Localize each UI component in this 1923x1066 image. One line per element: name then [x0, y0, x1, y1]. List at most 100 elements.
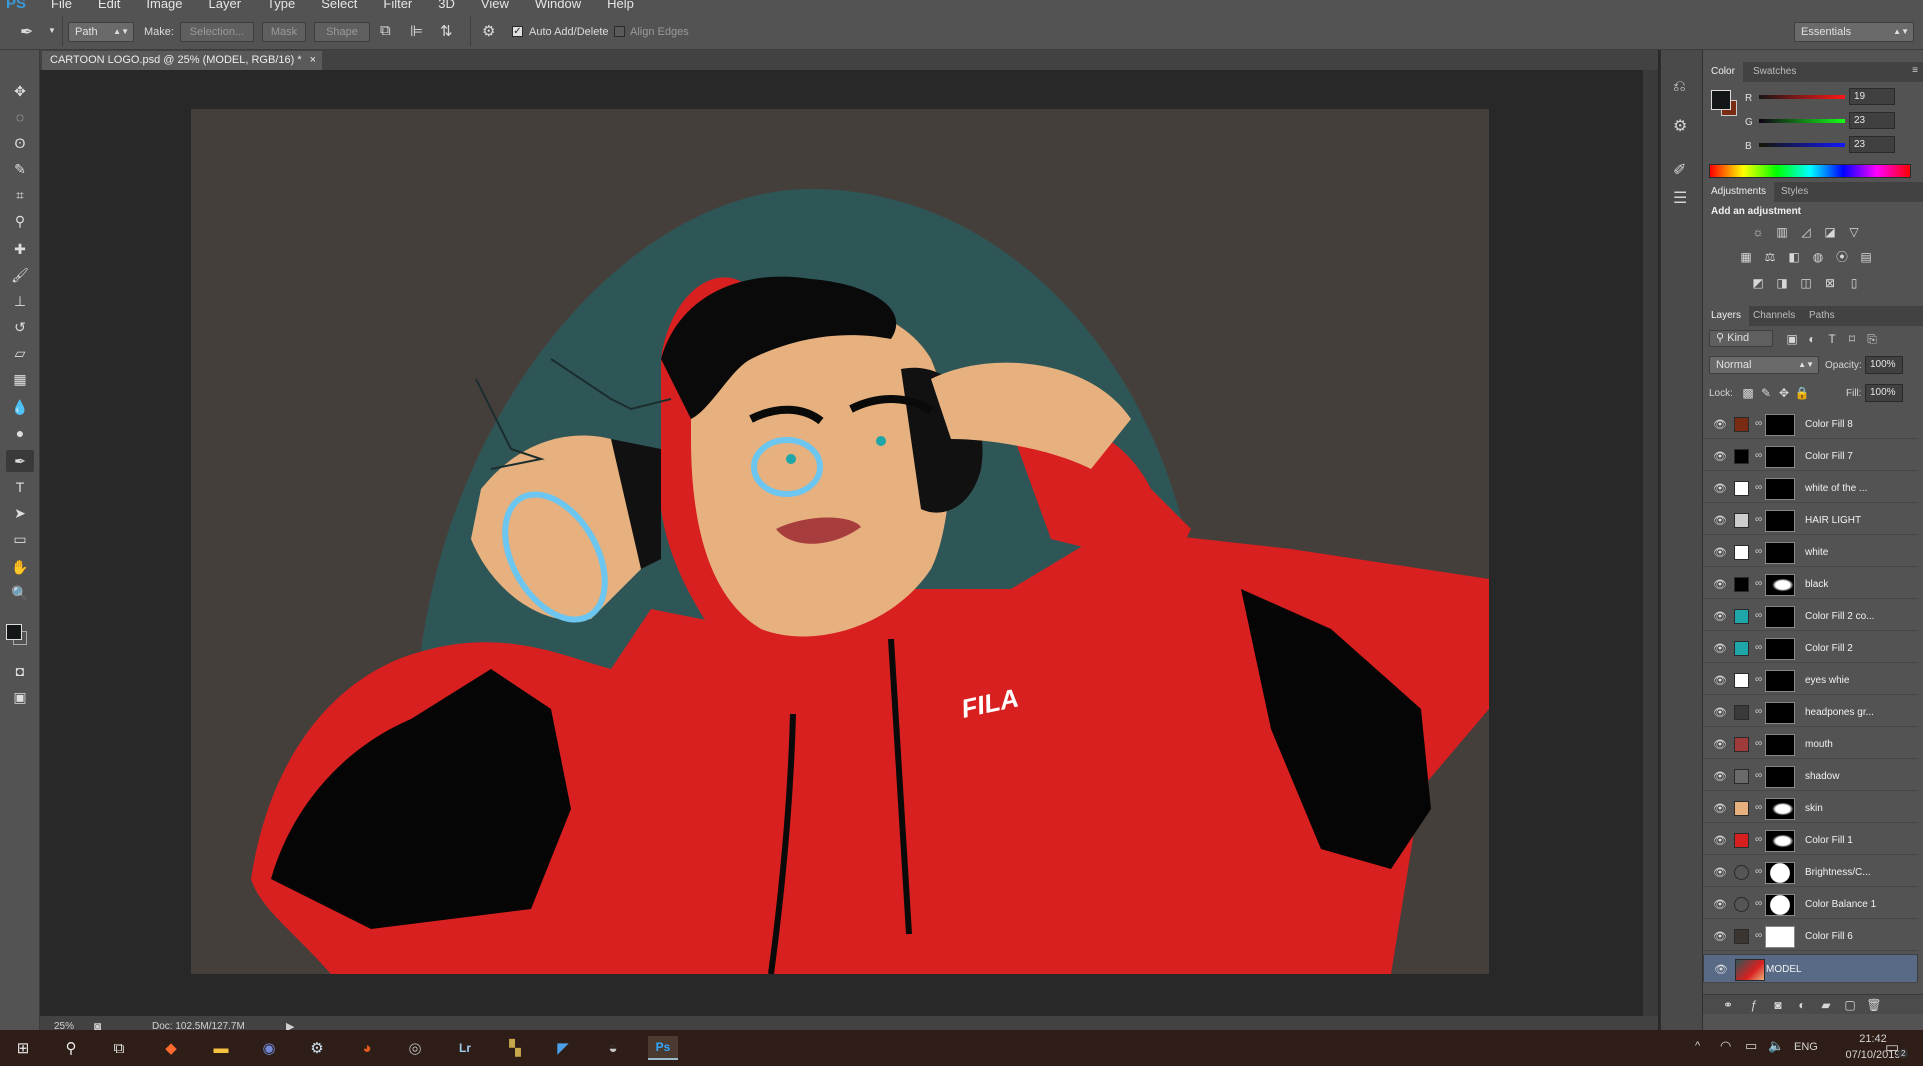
eye-icon[interactable]: 👁 — [1713, 771, 1727, 783]
layer-name[interactable]: Color Fill 6 — [1805, 922, 1910, 951]
hue-saturation-icon[interactable]: ▦ — [1737, 250, 1755, 264]
tab-channels[interactable]: Channels — [1745, 306, 1803, 326]
lock-all-icon[interactable]: 🔒 — [1793, 386, 1811, 400]
link-icon[interactable]: ∞ — [1755, 802, 1762, 813]
layer-row[interactable]: 👁 ∞ headpones gr... — [1703, 698, 1918, 727]
menu-type[interactable]: Type — [254, 0, 308, 10]
crop-tool-icon[interactable]: ⌗ — [6, 184, 34, 206]
layer-row[interactable]: 👁 ∞ shadow — [1703, 762, 1918, 791]
add-mask-icon[interactable]: ◙ — [1769, 998, 1787, 1012]
task-view-icon[interactable]: ⧉ — [104, 1036, 134, 1060]
eye-icon[interactable]: 👁 — [1713, 675, 1727, 687]
menu-help[interactable]: Help — [594, 0, 647, 10]
history-brush-tool-icon[interactable]: ↺ — [6, 316, 34, 338]
fill-value[interactable]: 100% — [1865, 384, 1903, 402]
gear-icon[interactable]: ⚙ — [482, 22, 495, 40]
pen-tool-preset-icon[interactable]: ✒ — [20, 22, 33, 42]
layer-row[interactable]: 👁 ∞ Color Fill 2 co... — [1703, 602, 1918, 631]
layer-row[interactable]: 👁 ∞ mouth — [1703, 730, 1918, 759]
g-value[interactable]: 23 — [1849, 112, 1895, 129]
network-icon[interactable]: ◠ — [1720, 1038, 1731, 1054]
color-lookup-icon[interactable]: ▤ — [1857, 250, 1875, 264]
type-tool-icon[interactable]: T — [6, 476, 34, 498]
brightness-icon[interactable]: ☼ — [1749, 225, 1767, 239]
exposure-icon[interactable]: ◪ — [1821, 225, 1839, 239]
layer-name[interactable]: headpones gr... — [1805, 698, 1910, 727]
eye-icon[interactable]: 👁 — [1713, 451, 1727, 463]
link-icon[interactable]: ∞ — [1755, 738, 1762, 749]
layer-row[interactable]: 👁 ∞ eyes whie — [1703, 666, 1918, 695]
gradient-map-icon[interactable]: ▯ — [1845, 276, 1863, 290]
g-slider[interactable] — [1759, 119, 1845, 123]
layer-mask-thumbnail[interactable] — [1765, 606, 1795, 628]
path-operations-icon[interactable]: ⧉ — [380, 22, 391, 39]
screen-mode-icon[interactable]: ▣ — [6, 686, 34, 708]
layer-mask-thumbnail[interactable] — [1765, 670, 1795, 692]
document-canvas[interactable]: FILA — [191, 109, 1489, 974]
blend-mode-select[interactable]: Normal ▲▼ — [1709, 356, 1819, 374]
clone-stamp-tool-icon[interactable]: ⊥ — [6, 290, 34, 312]
close-icon[interactable]: × — [310, 51, 316, 70]
tab-color[interactable]: Color — [1703, 62, 1743, 82]
layer-mask-thumbnail[interactable] — [1765, 926, 1795, 948]
layer-name[interactable]: eyes whie — [1805, 666, 1910, 695]
layer-row[interactable]: 👁 ∞ Color Fill 1 — [1703, 826, 1918, 855]
layer-name[interactable]: white — [1805, 538, 1910, 567]
layer-row[interactable]: 👁 ∞ Color Fill 6 — [1703, 922, 1918, 951]
brave-browser-icon[interactable]: ◆ — [156, 1036, 186, 1060]
layer-mask-thumbnail[interactable] — [1765, 734, 1795, 756]
filter-type-icon[interactable]: T — [1823, 332, 1841, 346]
eye-icon[interactable]: 👁 — [1713, 643, 1727, 655]
menu-view[interactable]: View — [468, 0, 522, 10]
foreground-color-swatch[interactable] — [6, 624, 22, 640]
layer-mask-thumbnail[interactable] — [1765, 766, 1795, 788]
lock-image-icon[interactable]: ✎ — [1757, 386, 1775, 400]
link-icon[interactable]: ∞ — [1755, 610, 1762, 621]
photoshop-taskbar-icon[interactable]: Ps — [648, 1036, 678, 1060]
layer-name[interactable]: MODEL — [1766, 955, 1871, 984]
layer-mask-thumbnail[interactable] — [1765, 638, 1795, 660]
move-tool-icon[interactable]: ✥ — [6, 80, 34, 102]
layer-name[interactable]: skin — [1805, 794, 1910, 823]
eye-icon[interactable]: 👁 — [1713, 867, 1727, 879]
blur-tool-icon[interactable]: 💧 — [6, 396, 34, 418]
b-slider[interactable] — [1759, 143, 1845, 147]
layer-name[interactable]: Brightness/C... — [1805, 858, 1910, 887]
origin-icon[interactable]: ◕ — [352, 1036, 382, 1060]
lock-position-icon[interactable]: ✥ — [1775, 386, 1793, 400]
layer-mask-thumbnail[interactable] — [1765, 894, 1795, 916]
eye-icon[interactable]: 👁 — [1713, 483, 1727, 495]
eye-icon[interactable]: 👁 — [1713, 419, 1727, 431]
make-selection-button[interactable]: Selection... — [180, 22, 254, 42]
layer-mask-thumbnail[interactable] — [1765, 478, 1795, 500]
app-icon[interactable]: ◤ — [548, 1036, 578, 1060]
layer-row[interactable]: 👁 ∞ Color Balance 1 — [1703, 890, 1918, 919]
opacity-value[interactable]: 100% — [1865, 356, 1903, 374]
eye-icon[interactable]: 👁 — [1713, 899, 1727, 911]
link-icon[interactable]: ∞ — [1755, 482, 1762, 493]
link-icon[interactable]: ∞ — [1755, 898, 1762, 909]
battery-icon[interactable]: ▭ — [1745, 1038, 1757, 1054]
link-icon[interactable]: ∞ — [1755, 546, 1762, 557]
layer-row[interactable]: 👁 ∞ white — [1703, 538, 1918, 567]
r-value[interactable]: 19 — [1849, 88, 1895, 105]
new-layer-icon[interactable]: ▢ — [1841, 998, 1859, 1012]
photo-filter-icon[interactable]: ◍ — [1809, 250, 1827, 264]
workspace-select[interactable]: Essentials ▲▼ — [1794, 22, 1914, 42]
link-icon[interactable]: ∞ — [1755, 834, 1762, 845]
lightroom-icon[interactable]: Lr — [450, 1036, 480, 1060]
menu-window[interactable]: Window — [522, 0, 594, 10]
gradient-tool-icon[interactable]: ▦ — [6, 368, 34, 390]
layer-mask-thumbnail[interactable] — [1765, 702, 1795, 724]
layer-mask-thumbnail[interactable] — [1765, 862, 1795, 884]
menu-layer[interactable]: Layer — [196, 0, 255, 10]
layer-name[interactable]: Color Balance 1 — [1805, 890, 1910, 919]
color-spectrum-ramp[interactable] — [1709, 164, 1911, 178]
link-icon[interactable]: ∞ — [1755, 514, 1762, 525]
selective-color-icon[interactable]: ⊠ — [1821, 276, 1839, 290]
healing-brush-tool-icon[interactable]: ✚ — [6, 238, 34, 260]
link-icon[interactable]: ∞ — [1755, 674, 1762, 685]
menu-file[interactable]: File — [38, 0, 85, 10]
link-icon[interactable]: ∞ — [1755, 418, 1762, 429]
link-icon[interactable]: ∞ — [1755, 450, 1762, 461]
